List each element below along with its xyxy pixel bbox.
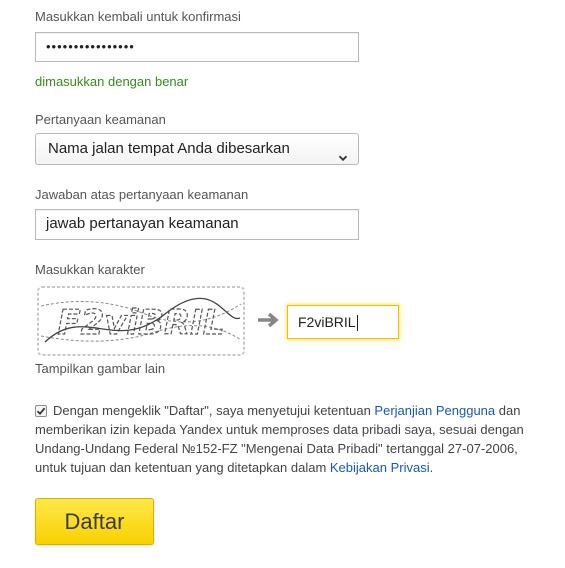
user-agreement-link[interactable]: Perjanjian Pengguna (374, 403, 495, 418)
security-question-select[interactable]: Nama jalan tempat Anda dibesarkan (35, 133, 359, 165)
chevron-down-icon (338, 144, 348, 174)
confirm-status-text: dimasukkan dengan benar (35, 74, 189, 89)
security-question-value: Nama jalan tempat Anda dibesarkan (48, 140, 290, 157)
captcha-input[interactable]: F2viBRIL (287, 305, 399, 339)
agreement-text: Dengan mengeklik "Daftar", saya menyetuj… (35, 401, 535, 477)
text-cursor (356, 315, 358, 332)
security-answer-field[interactable]: jawab pertanayan keamanan (35, 209, 359, 240)
captcha-label: Masukkan karakter (35, 262, 145, 277)
security-question-label: Pertanyaan keamanan (35, 112, 166, 127)
captcha-input-value: F2viBRIL (298, 314, 356, 330)
confirm-password-field[interactable]: •••••••••••••••• (35, 32, 359, 62)
agreement-text-part: . (429, 460, 434, 475)
confirm-password-label: Masukkan kembali untuk konfirmasi (35, 9, 241, 24)
security-answer-label: Jawaban atas pertanyaan keamanan (35, 187, 249, 202)
captcha-image: F2viBRIL (35, 284, 247, 358)
arrow-right-icon (256, 311, 280, 334)
register-button[interactable]: Daftar (35, 498, 154, 545)
refresh-captcha-link[interactable]: Tampilkan gambar lain (35, 361, 165, 376)
agreement-text-part: Dengan mengeklik "Daftar", saya menyetuj… (53, 403, 375, 418)
captcha-image-text: F2viBRIL (57, 303, 224, 343)
checkmark-icon (35, 405, 47, 417)
privacy-policy-link[interactable]: Kebijakan Privasi (330, 460, 430, 475)
agreement-checkbox[interactable] (35, 404, 47, 417)
